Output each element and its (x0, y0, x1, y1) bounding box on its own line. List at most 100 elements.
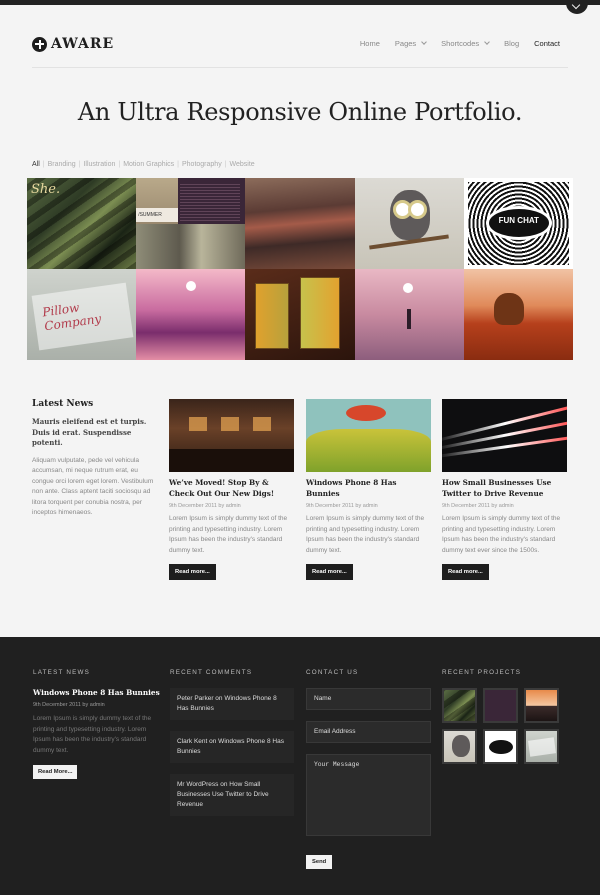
post-image[interactable] (306, 399, 431, 472)
latest-news-sidebar: Latest News Mauris eleifend est et turpi… (32, 399, 160, 519)
filter-illustration[interactable]: Illustration (83, 161, 115, 168)
nav-pages-label: Pages (394, 39, 417, 48)
site-header: AWARE Home Pages Shortcodes Blog Contact (32, 28, 568, 68)
light-streak (442, 435, 567, 458)
desk-shape (169, 449, 294, 472)
read-more-button[interactable]: Read more... (169, 564, 216, 580)
project-thumbnail[interactable] (524, 729, 559, 764)
owl-illustration (452, 735, 470, 757)
top-bar (0, 0, 600, 5)
post-meta: 9th December 2011 by admin (306, 503, 378, 509)
portfolio-grid: She. /SUMMER FUN CHAT Pillow Company (27, 178, 573, 360)
filter-all[interactable]: All (32, 161, 40, 168)
read-more-button[interactable]: Read more... (306, 564, 353, 580)
post-meta: 9th December 2011 by admin (442, 503, 514, 509)
portfolio-item[interactable] (354, 178, 464, 269)
project-thumbnail[interactable] (524, 688, 559, 723)
post-image[interactable] (169, 399, 294, 472)
window-shape (221, 417, 239, 431)
blog-post: We’ve Moved! Stop By & Check Out Our New… (169, 399, 294, 580)
post-excerpt: Lorem Ipsum is simply dummy text of the … (169, 515, 288, 554)
post-title[interactable]: How Small Businesses Use Twitter to Driv… (442, 478, 567, 499)
nav-blog[interactable]: Blog (504, 39, 519, 48)
post-title[interactable]: We’ve Moved! Stop By & Check Out Our New… (169, 478, 294, 499)
post-excerpt: Lorem Ipsum is simply dummy text of the … (306, 515, 425, 554)
filter-separator: | (118, 161, 121, 168)
nav-blog-label: Blog (504, 39, 520, 48)
filter-branding[interactable]: Branding (48, 161, 76, 168)
window-shape (253, 417, 271, 431)
post-excerpt: Lorem Ipsum is simply dummy text of the … (442, 515, 561, 554)
post-title[interactable]: Windows Phone 8 Has Bunnies (306, 478, 431, 499)
footer-post-title[interactable]: Windows Phone 8 Has Bunnies (33, 688, 160, 697)
filter-separator: | (78, 161, 81, 168)
tile-caption: She. (31, 182, 61, 197)
section-title: Latest News (32, 399, 94, 409)
portfolio-item[interactable] (245, 269, 355, 360)
message-textarea[interactable]: Your Message (306, 754, 431, 836)
comment-item[interactable]: Clark Kent on Windows Phone 8 Has Bunnie… (170, 731, 294, 763)
tile-caption: /SUMMER (136, 208, 179, 222)
project-thumbnail[interactable] (483, 688, 518, 723)
footer-latest-news: LATEST NEWS Windows Phone 8 Has Bunnies … (33, 669, 160, 779)
portfolio-item[interactable]: Pillow Company (27, 269, 137, 360)
badge-shape (489, 740, 513, 754)
body-text: Aliquam vulputate, pede vel vehicula acc… (32, 456, 154, 517)
chevron-down-icon (484, 39, 490, 45)
portfolio-item[interactable] (463, 269, 573, 360)
footer-heading: RECENT COMMENTS (170, 669, 253, 676)
lead-text: Mauris eleifend est et turpis. Duis id e… (32, 417, 147, 447)
chevron-down-icon (421, 39, 428, 45)
portfolio-item[interactable]: FUN CHAT (463, 178, 573, 269)
portfolio-item[interactable] (136, 269, 246, 360)
nav-contact[interactable]: Contact (534, 39, 560, 48)
filter-motion-graphics[interactable]: Motion Graphics (123, 161, 174, 168)
filter-separator: | (177, 161, 179, 168)
send-button[interactable]: Send (306, 855, 333, 869)
logo[interactable]: AWARE (32, 36, 114, 52)
project-thumbnail[interactable] (442, 688, 477, 723)
portfolio-item[interactable]: She. (27, 178, 137, 269)
footer-heading: RECENT PROJECTS (442, 669, 522, 676)
figure-silhouette (406, 309, 411, 329)
email-field[interactable]: Email Address (306, 721, 431, 743)
moon-shape (186, 281, 197, 291)
project-thumbnail[interactable] (483, 729, 518, 764)
footer-post-excerpt: Lorem Ipsum is simply dummy text of the … (33, 715, 152, 754)
owl-illustration (389, 190, 430, 240)
moon-shape (402, 283, 413, 293)
read-more-button[interactable]: Read More... (33, 765, 78, 779)
nav-home-label: Home (359, 39, 380, 48)
blog-post: Windows Phone 8 Has Bunnies 9th December… (306, 399, 431, 580)
filter-website[interactable]: Website (230, 161, 255, 168)
read-more-button[interactable]: Read more... (442, 564, 489, 580)
comment-item[interactable]: Mr WordPress on How Small Businesses Use… (170, 774, 294, 816)
blog-post: How Small Businesses Use Twitter to Driv… (442, 399, 567, 580)
illustration-shape (306, 429, 431, 472)
comment-item[interactable]: Peter Parker on Windows Phone 8 Has Bunn… (170, 688, 294, 720)
filter-separator: | (42, 161, 45, 168)
project-thumbnail[interactable] (442, 729, 477, 764)
filter-photography[interactable]: Photography (182, 161, 222, 168)
footer-post-meta: 9th December 2011 by admin (33, 702, 105, 708)
chevron-down-icon[interactable] (566, 0, 588, 14)
name-field[interactable]: Name (306, 688, 431, 710)
hero-title: An Ultra Responsive Online Portfolio. (77, 98, 523, 126)
post-meta: 9th December 2011 by admin (169, 503, 241, 509)
post-image[interactable] (442, 399, 567, 472)
footer-recent-projects: RECENT PROJECTS (442, 669, 559, 764)
portfolio-item[interactable]: /SUMMER (136, 178, 246, 269)
plus-circle-icon (32, 36, 47, 52)
portfolio-filters: All | Branding | Illustration | Motion Grap… (32, 161, 258, 168)
filter-separator: | (224, 161, 227, 168)
nav-shortcodes[interactable]: Shortcodes (441, 39, 490, 48)
nav-home[interactable]: Home (360, 39, 380, 48)
package-shape (300, 277, 341, 349)
tile-caption: FUN CHAT (498, 216, 539, 225)
nav-contact-label: Contact (534, 39, 560, 48)
nav-pages[interactable]: Pages (394, 39, 428, 48)
footer-recent-comments: RECENT COMMENTS Peter Parker on Windows … (170, 669, 294, 827)
portfolio-item[interactable] (245, 178, 355, 269)
portfolio-item[interactable] (354, 269, 464, 360)
card-shape (528, 737, 556, 757)
